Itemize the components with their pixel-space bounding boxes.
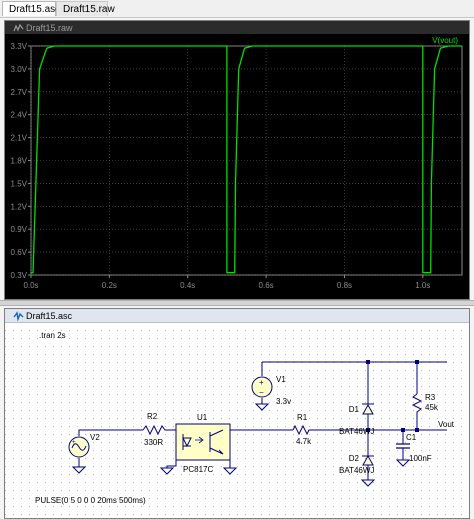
y-tick-label: 2.4V [11, 111, 28, 120]
series-line-0 [31, 45, 462, 274]
waveform-pane: Draft15.raw 0.3V 0.6V 0.9V 1.2V 1.5V 1.8V 2.1V… [0, 18, 474, 300]
waveform-window-titlebar[interactable]: Draft15.raw [5, 21, 469, 34]
svg-text:+: + [72, 440, 76, 446]
c1-value: 100nF [409, 454, 432, 463]
y-tick-label: 0.3V [11, 271, 28, 280]
tab-waveform[interactable]: Draft15.raw [56, 1, 115, 16]
y-tick-label: 1.8V [11, 157, 28, 166]
r2-label: R2 [147, 412, 158, 421]
waveform-window[interactable]: Draft15.raw 0.3V 0.6V 0.9V 1.2V 1.5V 1.8V 2.1V… [4, 20, 470, 300]
u1-value: PC817C [183, 465, 213, 474]
c1-label: C1 [406, 433, 417, 442]
x-tick-label: 0.4s [180, 281, 195, 290]
net-label-vout[interactable]: Vout [438, 420, 455, 429]
x-tick-label: 0.8s [337, 281, 352, 290]
tab-schematic-label: Draft15.asc [9, 3, 61, 15]
pulse-spec[interactable]: PULSE(0 5 0 0 0 20ms 500ms) [35, 496, 146, 505]
y-tick-label: 0.6V [11, 248, 28, 257]
v2-label: V2 [90, 433, 100, 442]
d1-value: BAT46WJ [339, 427, 374, 436]
x-tick-label: 0.0s [23, 281, 38, 290]
x-tick-label: 1.0s [415, 281, 430, 290]
schematic-window-titlebar[interactable]: Draft15.asc [5, 309, 469, 323]
v1-label: V1 [276, 375, 286, 384]
schematic-window-title: Draft15.asc [26, 311, 73, 321]
tab-schematic[interactable]: Draft15.asc [2, 1, 60, 16]
schematic-window[interactable]: Draft15.asc .tran 2s + V2 + − V1 3.3v R2… [4, 308, 470, 519]
r1-value: 4.7k [296, 437, 312, 446]
y-tick-label: 2.1V [11, 134, 28, 143]
r1-label: R1 [297, 413, 308, 422]
v1-value: 3.3v [276, 397, 291, 406]
y-tick-label: 1.5V [11, 179, 28, 188]
schematic-window-title-wrap: Draft15.asc [9, 309, 76, 323]
svg-text:−: − [259, 388, 264, 397]
waveform-window-title: Draft15.raw [26, 23, 73, 33]
x-tick-label: 0.6s [259, 281, 274, 290]
x-tick-label: 0.2s [102, 281, 117, 290]
waveform-window-title-wrap: Draft15.raw [9, 21, 77, 35]
waveform-icon [13, 23, 24, 31]
schematic-pane: Draft15.asc .tran 2s + V2 + − V1 3.3v R2… [0, 306, 474, 519]
document-tab-bar: Draft15.asc Draft15.raw [0, 0, 474, 18]
y-tick-label: 0.9V [11, 225, 28, 234]
legend-entry: V(vout) [432, 36, 458, 45]
d2-label: D2 [349, 454, 360, 463]
d2-value: BAT46WJ [339, 466, 374, 475]
y-tick-label: 3.3V [11, 42, 28, 51]
u1-label: U1 [197, 413, 208, 422]
waveform-plot[interactable]: 0.3V 0.6V 0.9V 1.2V 1.5V 1.8V 2.1V 2.4V 2.7V 3.0V… [5, 34, 469, 300]
y-tick-label: 3.0V [11, 65, 28, 74]
schematic-icon [13, 310, 24, 322]
svg-text:+: + [259, 378, 264, 387]
d1-label: D1 [349, 405, 360, 414]
tab-waveform-label: Draft15.raw [63, 3, 115, 15]
y-tick-label: 2.7V [11, 88, 28, 97]
tran-directive[interactable]: .tran 2s [39, 331, 66, 340]
r2-value: 330R [144, 438, 163, 447]
schematic-grid [5, 322, 469, 518]
y-tick-label: 1.2V [11, 202, 28, 211]
r3-label: R3 [425, 393, 436, 402]
r3-value: 45k [425, 403, 439, 412]
schematic-canvas[interactable]: .tran 2s + V2 + − V1 3.3v R2 330R U1 PC8… [5, 322, 469, 518]
